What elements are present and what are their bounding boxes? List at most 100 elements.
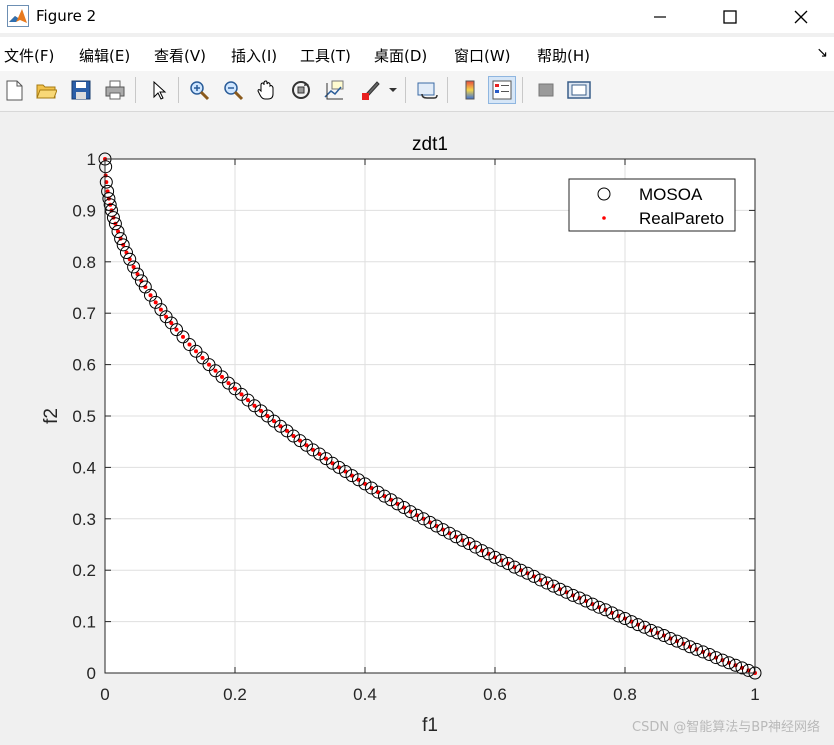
realpareto-point [213,368,218,373]
maximize-button[interactable] [707,0,753,33]
y-axis-label: f2 [41,408,62,424]
pan-hand-icon [257,80,274,100]
link-plot-button[interactable] [413,76,441,104]
legend-button[interactable] [488,76,516,104]
realpareto-point [239,392,244,397]
watermark-text: CSDN @智能算法与BP神经网络 [632,720,820,735]
menu-tools[interactable]: 工具(T) [300,45,351,66]
realpareto-point [158,307,163,312]
legend-marker-realpareto [602,216,606,220]
new-figure-icon [6,80,23,101]
zoom-out-icon [224,81,244,101]
window-title: Figure 2 [36,7,97,25]
toolbar-separator [135,77,136,103]
pointer-button[interactable] [144,76,172,104]
menu-window[interactable]: 窗口(W) [454,45,511,66]
title-bar: Figure 2 [0,0,834,33]
open-file-button[interactable] [32,76,60,104]
y-tick-label: 1 [87,150,96,169]
x-tick-label: 0 [100,685,109,704]
chevron-down-icon [389,88,397,92]
y-tick-label: 0 [87,664,96,683]
y-tick-label: 0.7 [72,304,96,323]
zoom-out-button[interactable] [219,76,247,104]
toolbar-separator [522,77,523,103]
legend-label-mosoa: MOSOA [639,185,703,204]
show-plot-tools-icon [567,81,591,99]
zoom-in-icon [190,81,210,101]
menu-desktop[interactable]: 桌面(D) [374,45,427,66]
legend[interactable]: MOSOA RealPareto [568,178,736,232]
y-tick-label: 0.8 [72,253,96,272]
minimize-button[interactable] [637,0,683,33]
open-file-icon [36,84,57,99]
y-tick-label: 0.3 [72,510,96,529]
link-plot-icon [417,82,438,99]
x-axis-label: f1 [422,715,438,736]
toolbar-separator [405,77,406,103]
x-tick-label: 0.8 [613,685,637,704]
new-figure-button[interactable] [0,76,28,104]
x-tick-label: 0.6 [483,685,507,704]
menu-help[interactable]: 帮助(H) [537,45,590,66]
plot-svg[interactable]: 0 0.2 0.4 0.6 0.8 1 0 0.1 0.2 0.3 0.4 0.5 0.6 0.7 0.8 0… [0,112,834,741]
x-tick-label: 0.2 [223,685,247,704]
zoom-in-button[interactable] [185,76,213,104]
pan-button[interactable] [252,76,280,104]
save-icon [71,80,91,100]
maximize-icon [723,9,737,24]
x-tick-label: 1 [750,685,759,704]
hide-plot-tools-button[interactable] [532,76,560,104]
y-tick-label: 0.9 [72,201,96,220]
minimize-icon [654,15,666,18]
menu-file[interactable]: 文件(F) [4,45,54,66]
data-cursor-button[interactable] [320,76,348,104]
toolbar-separator [447,77,448,103]
y-tick-label: 0.1 [72,613,96,632]
y-tick-label: 0.5 [72,407,96,426]
show-plot-tools-button[interactable] [565,76,593,104]
figure-canvas: 0 0.2 0.4 0.6 0.8 1 0 0.1 0.2 0.3 0.4 0.5 0.6 0.7 0.8 0… [0,112,834,741]
save-button[interactable] [67,76,95,104]
legend-label-realpareto: RealPareto [639,209,724,228]
menu-view[interactable]: 查看(V) [154,45,206,66]
x-tick-label: 0.4 [353,685,377,704]
realpareto-point [153,300,158,305]
menu-edit[interactable]: 编辑(E) [79,45,130,66]
rotate-3d-icon [292,81,310,99]
close-icon [794,10,808,23]
y-tick-label: 0.4 [72,458,96,477]
realpareto-point [148,293,153,298]
figure-toolbar [0,71,834,112]
menu-insert[interactable]: 插入(I) [231,45,277,66]
y-tick-label: 0.6 [72,356,96,375]
brush-button[interactable] [356,76,384,104]
rotate-3d-button[interactable] [287,76,315,104]
legend-icon [492,80,512,100]
hide-plot-tools-icon [538,83,554,97]
print-button[interactable] [101,76,129,104]
realpareto-point [174,327,179,332]
realpareto-point [194,349,198,354]
dock-arrow-icon[interactable]: ↘ [816,45,828,61]
colorbar-button[interactable] [456,76,484,104]
realpareto-point [187,342,192,347]
print-icon [105,80,125,100]
realpareto-point [200,355,205,360]
realpareto-point [233,386,237,391]
menu-bar: 文件(F) 编辑(E) 查看(V) 插入(I) 工具(T) 桌面(D) 窗口(W… [0,37,834,71]
chart-title: zdt1 [412,134,448,155]
close-button[interactable] [778,0,824,33]
data-cursor-icon [324,80,344,100]
matlab-logo-icon [7,5,29,27]
brush-icon [362,81,380,100]
realpareto-point [207,362,211,367]
realpareto-point [220,374,224,379]
brush-menu-button[interactable] [386,76,400,104]
realpareto-point [226,381,231,386]
colorbar-icon [465,80,475,100]
realpareto-point [246,398,250,403]
toolbar-separator [178,77,179,103]
pointer-icon [153,80,167,100]
y-tick-label: 0.2 [72,561,96,580]
